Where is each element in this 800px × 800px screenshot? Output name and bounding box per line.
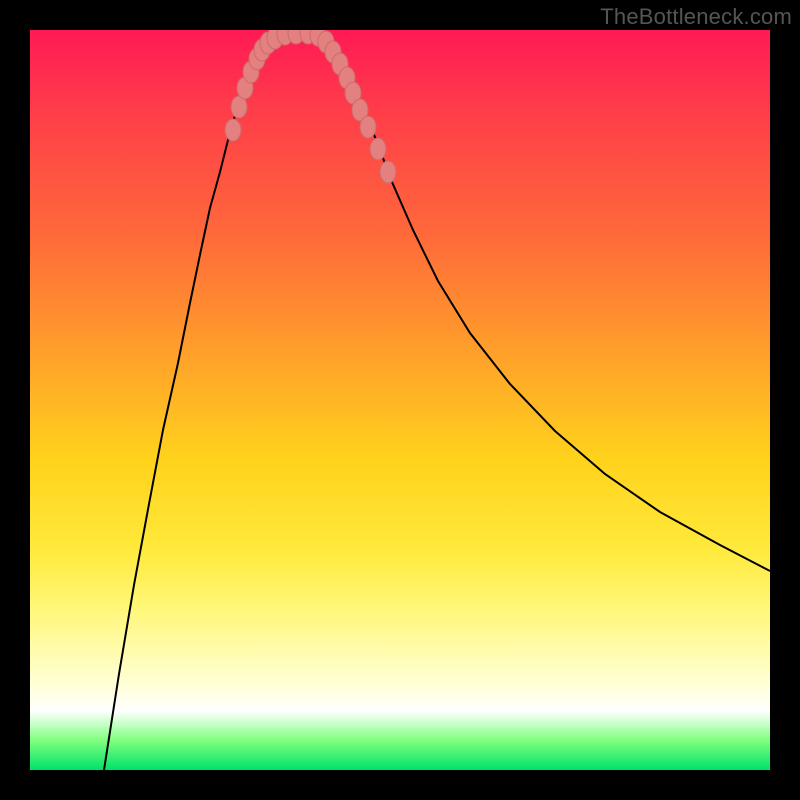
plot-area	[30, 30, 770, 770]
watermark-text: TheBottleneck.com	[600, 4, 792, 30]
chart-svg	[30, 30, 770, 770]
outer-frame: TheBottleneck.com	[0, 0, 800, 800]
bead-cluster	[225, 30, 396, 183]
bottleneck-curve	[104, 32, 770, 770]
